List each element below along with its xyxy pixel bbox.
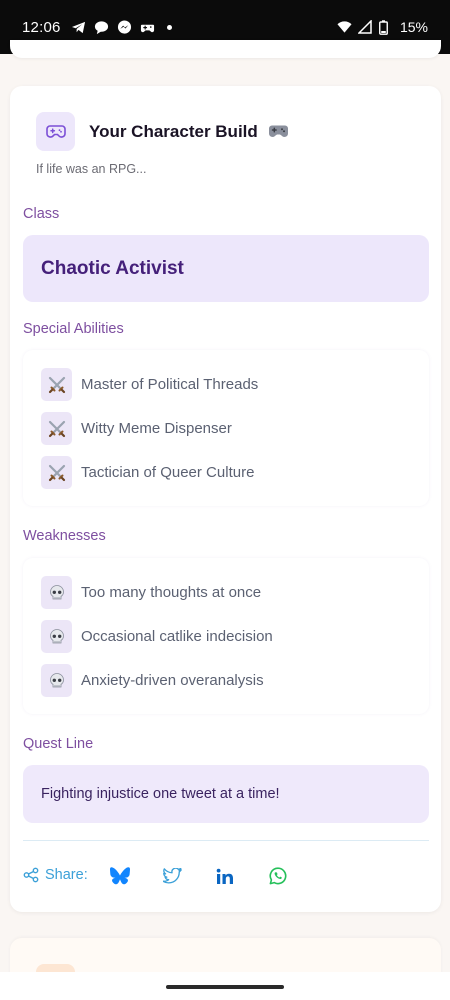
home-gesture-handle[interactable] — [166, 985, 284, 989]
character-build-card: Your Character Build If life was an RPG.… — [10, 86, 441, 912]
weakness-text: Occasional catlike indecision — [81, 628, 273, 645]
quest-box: Fighting injustice one tweet at a time! — [23, 765, 429, 823]
list-item: Master of Political Threads — [41, 368, 258, 401]
class-label: Class — [23, 206, 60, 222]
linkedin-icon — [216, 868, 233, 884]
more-notifications-dot — [166, 24, 172, 30]
share-bluesky-button[interactable] — [109, 865, 131, 887]
card-title: Your Character Build — [89, 121, 258, 141]
crossed-swords-icon — [41, 456, 72, 489]
list-item: Tactician of Queer Culture — [41, 456, 254, 489]
notification-icons — [71, 19, 172, 35]
ability-text: Tactician of Queer Culture — [81, 464, 255, 481]
skull-icon — [41, 576, 72, 609]
crossed-swords-icon — [41, 368, 72, 401]
whatsapp-icon — [269, 867, 287, 885]
ability-text: Master of Political Threads — [81, 376, 259, 393]
skull-icon — [41, 664, 72, 697]
game-controller-icon — [140, 20, 155, 35]
twitter-icon — [162, 868, 182, 884]
quest-label: Quest Line — [23, 736, 94, 752]
share-linkedin-button[interactable] — [214, 865, 236, 887]
bluesky-icon — [110, 867, 130, 885]
telegram-icon — [71, 20, 86, 35]
share-row: Share: — [23, 867, 88, 883]
list-item: Too many thoughts at once — [41, 576, 261, 609]
list-item: Anxiety-driven overanalysis — [41, 664, 264, 697]
previous-card — [10, 40, 441, 58]
list-item: Witty Meme Dispenser — [41, 412, 232, 445]
chat-bubble-icon — [94, 20, 109, 35]
share-twitter-button[interactable] — [161, 865, 183, 887]
weaknesses-label: Weaknesses — [23, 528, 106, 544]
navigation-bar — [0, 972, 450, 1000]
class-value-box: Chaotic Activist — [23, 235, 429, 302]
weakness-text: Too many thoughts at once — [81, 584, 262, 601]
cell-signal-icon — [357, 19, 373, 35]
divider — [23, 840, 429, 841]
messenger-icon — [117, 19, 132, 35]
weaknesses-list: Too many thoughts at once Occasional cat… — [23, 558, 429, 714]
card-subtitle: If life was an RPG... — [36, 162, 147, 176]
video-game-emoji-icon — [268, 124, 289, 139]
class-value: Chaotic Activist — [41, 257, 184, 279]
abilities-list: Master of Political Threads Witty Meme D… — [23, 350, 429, 506]
system-status: 15% — [337, 19, 428, 35]
wifi-icon — [337, 20, 352, 35]
battery-percent: 15% — [399, 19, 428, 35]
weakness-text: Anxiety-driven overanalysis — [81, 672, 264, 689]
list-item: Occasional catlike indecision — [41, 620, 273, 653]
battery-icon — [379, 19, 394, 35]
share-whatsapp-button[interactable] — [267, 865, 289, 887]
quest-text: Fighting injustice one tweet at a time! — [41, 786, 280, 802]
clock: 12:06 — [22, 18, 61, 36]
share-icon — [23, 867, 39, 883]
skull-icon — [41, 620, 72, 653]
abilities-label: Special Abilities — [23, 321, 124, 337]
card-header: Your Character Build — [36, 112, 289, 151]
share-label: Share: — [45, 867, 88, 883]
ability-text: Witty Meme Dispenser — [81, 420, 232, 437]
crossed-swords-icon — [41, 412, 72, 445]
game-controller-icon — [36, 112, 75, 151]
